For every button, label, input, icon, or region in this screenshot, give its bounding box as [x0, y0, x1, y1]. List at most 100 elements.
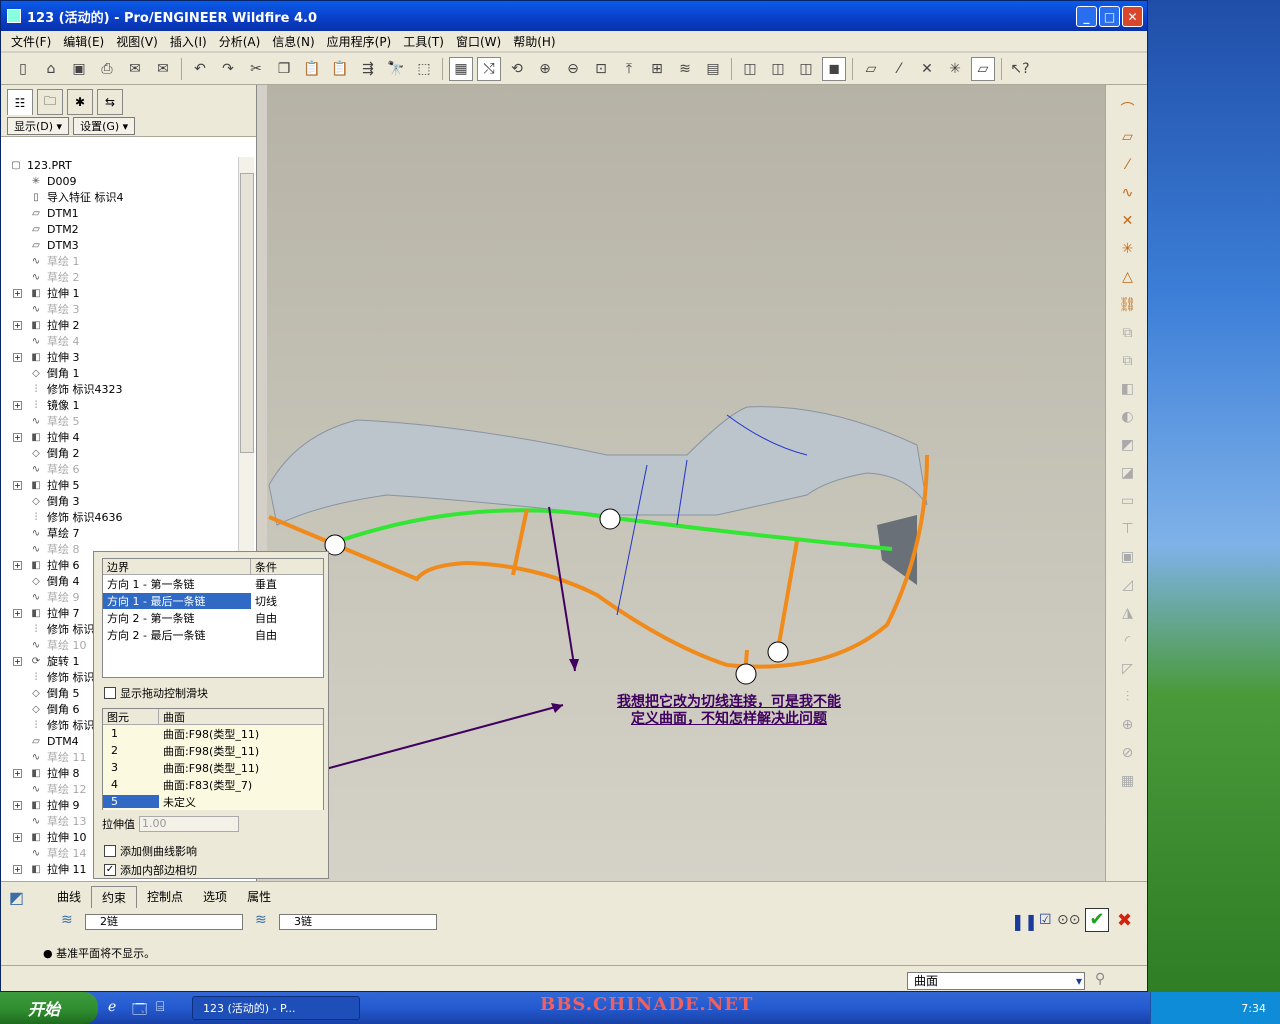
zoom-out-icon[interactable]: ⊖	[561, 57, 585, 81]
tree-item[interactable]: ∿ 草绘 2	[7, 269, 237, 285]
find-icon[interactable]: 🔭	[384, 57, 408, 81]
minimize-button[interactable]: _	[1076, 6, 1097, 27]
rib-tool-icon[interactable]: ◿	[1115, 572, 1141, 598]
cancel-x-icon[interactable]: ✖	[1117, 910, 1132, 931]
drag-handle[interactable]	[767, 641, 789, 663]
undo-icon[interactable]: ↶	[188, 57, 212, 81]
ref-surface-cell[interactable]: 未定义	[159, 794, 196, 810]
round-tool-icon[interactable]: ◜	[1115, 628, 1141, 654]
tree-item[interactable]: + ◧ 拉伸 2	[7, 317, 237, 333]
datum-point-display-icon[interactable]: ✕	[915, 57, 939, 81]
copy-feature-icon[interactable]: ⧉	[1115, 320, 1141, 346]
tree-item[interactable]: + ◧ 拉伸 4	[7, 429, 237, 445]
expand-icon[interactable]: +	[13, 832, 22, 842]
condition-cell[interactable]: 垂直	[251, 576, 277, 592]
layers-icon[interactable]: ≋	[673, 57, 697, 81]
hidden-line-icon[interactable]: ◫	[766, 57, 790, 81]
datum-plane-display-icon[interactable]: ▱	[859, 57, 883, 81]
menu-applications[interactable]: 应用程序(P)	[321, 33, 398, 50]
expand-icon[interactable]: +	[13, 656, 22, 666]
point-tool-icon[interactable]: ✕	[1115, 208, 1141, 234]
dashboard-tab[interactable]: 约束	[91, 886, 138, 908]
ref-surface-cell[interactable]: 曲面:F98(类型_11)	[159, 726, 259, 742]
paste-icon[interactable]: 📋	[300, 57, 324, 81]
reference-row[interactable]: 4 曲面:F83(类型_7)	[103, 776, 323, 793]
cut-icon[interactable]: ✂	[244, 57, 268, 81]
link-tool-icon[interactable]: ⛓	[1115, 292, 1141, 318]
add-side-curve-checkbox[interactable]: 添加侧曲线影响	[104, 843, 197, 859]
graphics-window[interactable]	[206, 85, 1105, 881]
condition-cell[interactable]: 自由	[251, 610, 277, 626]
wireframe-icon[interactable]: ◫	[738, 57, 762, 81]
tree-item[interactable]: ⫶ 修饰 标识4323	[7, 381, 237, 397]
title-bar[interactable]: 123 (活动的) - Pro/ENGINEER Wildfire 4.0 _ …	[1, 1, 1147, 31]
tree-item[interactable]: ∿ 草绘 1	[7, 253, 237, 269]
expand-icon[interactable]: +	[13, 432, 22, 442]
second-direction-field[interactable]: 3链	[279, 914, 437, 930]
boundary-row[interactable]: 方向 1 - 第一条链 垂直	[103, 575, 323, 592]
ref-surface-cell[interactable]: 曲面:F98(类型_11)	[159, 743, 259, 759]
dashboard-tab[interactable]: 控制点	[137, 886, 193, 908]
tree-item[interactable]: ◇ 倒角 2	[7, 445, 237, 461]
annotation-display-icon[interactable]: ▱	[971, 56, 995, 81]
zoom-in-icon[interactable]: ⊕	[533, 57, 557, 81]
connections-tab-icon[interactable]: ⇆	[97, 89, 123, 115]
csys-tool-icon[interactable]: ✳	[1115, 236, 1141, 262]
tree-item[interactable]: ▱ DTM2	[7, 221, 237, 237]
menu-window[interactable]: 窗口(W)	[450, 33, 507, 50]
fill-tool-icon[interactable]: ▭	[1115, 488, 1141, 514]
email-icon[interactable]: ✉	[123, 57, 147, 81]
pattern-tool-icon[interactable]: ▦	[1115, 768, 1141, 794]
tree-item[interactable]: + ◧ 拉伸 3	[7, 349, 237, 365]
camera-icon[interactable]: ⌸	[156, 999, 164, 1015]
copy-icon[interactable]: ❐	[272, 57, 296, 81]
expand-icon[interactable]: +	[13, 288, 22, 298]
merge-tool-icon[interactable]: ⊕	[1115, 712, 1141, 738]
select-box-icon[interactable]: ⬚	[412, 57, 436, 81]
menu-analysis[interactable]: 分析(A)	[213, 33, 267, 50]
refit-icon[interactable]: ⊡	[589, 57, 613, 81]
regenerate-icon[interactable]: ⇶	[356, 57, 380, 81]
reference-row[interactable]: 3 曲面:F98(类型_11)	[103, 759, 323, 776]
tree-item[interactable]: ▱ DTM3	[7, 237, 237, 253]
tree-item[interactable]: ◇ 倒角 1	[7, 365, 237, 381]
preview-icon[interactable]: ☑	[1039, 912, 1052, 928]
tree-item[interactable]: ✳ D009	[7, 173, 237, 189]
trim-tool-icon[interactable]: ⊘	[1115, 740, 1141, 766]
revolve-tool-icon[interactable]: ◐	[1115, 404, 1141, 430]
plane-tool-icon[interactable]: ▱	[1115, 124, 1141, 150]
curve-tool-icon[interactable]: ∿	[1115, 180, 1141, 206]
expand-icon[interactable]: +	[13, 352, 22, 362]
expand-icon[interactable]: +	[13, 320, 22, 330]
dashboard-tab[interactable]: 属性	[237, 886, 281, 908]
boundary-row[interactable]: 方向 1 - 最后一条链 切线	[103, 592, 323, 609]
tree-item[interactable]: + ◧ 拉伸 5	[7, 477, 237, 493]
save-icon[interactable]: ▣	[67, 57, 91, 81]
orient-icon[interactable]: ⟲	[505, 57, 529, 81]
tree-item[interactable]: ▢ 123.PRT	[7, 157, 237, 173]
blend-tool-icon[interactable]: ◪	[1115, 460, 1141, 486]
stretch-value-input[interactable]: 1.00	[139, 816, 239, 832]
spin-center-icon[interactable]: ⤭	[477, 56, 501, 81]
paste-special-icon[interactable]: 📋	[328, 57, 352, 81]
expand-icon[interactable]: +	[13, 480, 22, 490]
tree-item[interactable]: ∿ 草绘 3	[7, 301, 237, 317]
folder-browser-tab-icon[interactable]: 🗀	[37, 89, 63, 115]
menu-view[interactable]: 视图(V)	[110, 33, 164, 50]
drag-handle[interactable]	[735, 663, 757, 685]
draft-tool-icon[interactable]: ◮	[1115, 600, 1141, 626]
hole-tool-icon[interactable]: ⊤	[1115, 516, 1141, 542]
taskbar-proe-task[interactable]: 123 (活动的) - P...	[192, 996, 360, 1020]
tree-item[interactable]: ▱ DTM1	[7, 205, 237, 221]
reference-row[interactable]: 5 未定义	[103, 793, 323, 810]
settings-dropdown-button[interactable]: 设置(G) ▾	[73, 116, 136, 135]
extrude-tool-icon[interactable]: ◧	[1115, 376, 1141, 402]
tree-item[interactable]: ∿ 草绘 7	[7, 525, 237, 541]
explorer-icon[interactable]: 🗔	[132, 999, 147, 1023]
whats-this-icon[interactable]: ↖?	[1008, 57, 1032, 81]
dashboard-tab[interactable]: 选项	[193, 886, 237, 908]
paste-feature-icon[interactable]: ⧉	[1115, 348, 1141, 374]
reorient-icon[interactable]: ⤒	[617, 57, 641, 81]
sketch-tool-icon[interactable]: ⌒	[1115, 96, 1141, 122]
model-tree-tab-icon[interactable]: ☷	[7, 89, 33, 115]
